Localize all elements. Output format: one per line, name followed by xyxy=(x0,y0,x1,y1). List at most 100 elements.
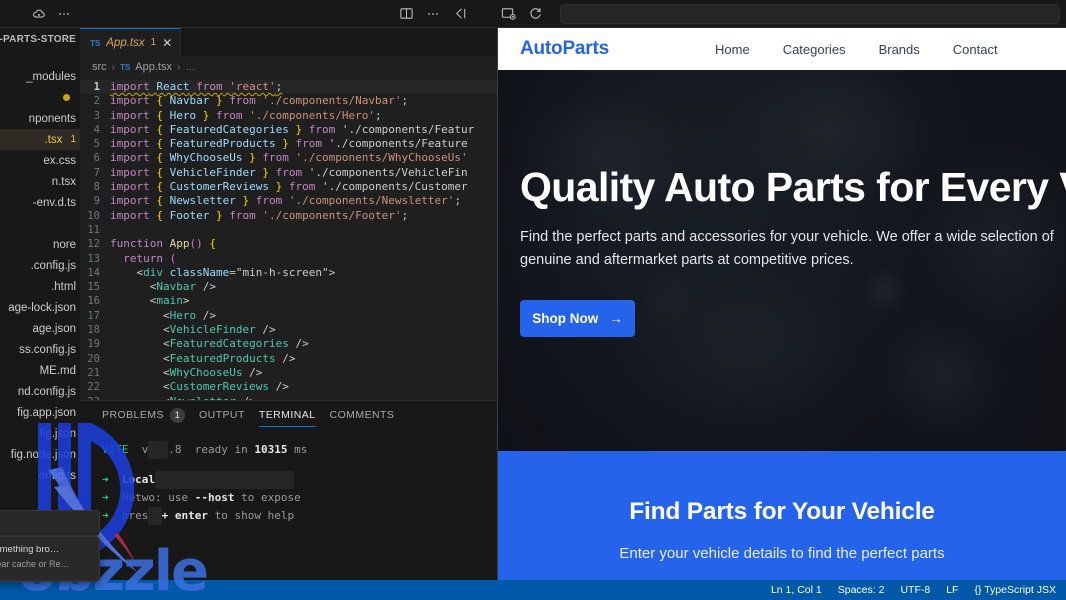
tree-item-badge: 1 xyxy=(70,134,76,145)
network-label: Netwo xyxy=(121,491,155,504)
refresh-icon[interactable] xyxy=(527,6,543,22)
line-number: 10 xyxy=(87,209,100,222)
arrow-right-icon: → xyxy=(609,310,623,326)
tree-item-dirty-indicator xyxy=(0,87,80,108)
ready-label: ready in xyxy=(194,443,248,456)
tab-comments[interactable]: COMMENTS xyxy=(330,401,395,427)
site-logo[interactable]: AutoParts xyxy=(520,38,609,60)
tab-app-tsx[interactable]: TS App.tsx 1 ✕ xyxy=(80,28,182,56)
finder-subtitle: Enter your vehicle details to find the p… xyxy=(619,545,945,562)
toggle-panel-icon[interactable] xyxy=(452,6,468,22)
status-cursor-position[interactable]: Ln 1, Col 1 xyxy=(771,584,822,596)
dirty-dot-icon xyxy=(63,94,70,101)
arrow-icon: ➜ xyxy=(102,473,109,486)
tree-item-tailwind-config[interactable]: nd.config.js xyxy=(0,381,80,402)
vite-label: VITE xyxy=(102,443,129,456)
breadcrumb-tail[interactable]: … xyxy=(185,62,195,73)
address-bar[interactable] xyxy=(560,3,1060,24)
tree-item-gitignore[interactable]: nore xyxy=(0,234,80,255)
line-number: 2 xyxy=(93,95,100,108)
tree-item-tsconfig-app-json[interactable]: fig.app.json xyxy=(0,402,80,423)
local-label: Local xyxy=(121,473,155,486)
tab-terminal[interactable]: TERMINAL xyxy=(259,401,316,427)
tree-item-main-tsx[interactable]: n.tsx xyxy=(0,171,80,192)
nav-link-brands[interactable]: Brands xyxy=(879,42,920,57)
titlebar-actions xyxy=(398,3,1066,24)
ellipsis-icon[interactable] xyxy=(425,6,441,22)
nav-link-contact[interactable]: Contact xyxy=(953,42,998,57)
ready-ms: 10315 xyxy=(254,443,288,456)
tab-output[interactable]: OUTPUT xyxy=(199,401,245,427)
tab-label: App.tsx xyxy=(106,36,145,49)
help-prefix: pres xyxy=(121,509,149,522)
line-number: 9 xyxy=(93,195,100,208)
tree-item-tsconfig-node-json[interactable]: fig.node.json xyxy=(0,444,80,465)
cloud-sync-icon[interactable] xyxy=(31,6,47,22)
more-actions-icon[interactable] xyxy=(56,6,72,22)
line-number: 7 xyxy=(93,166,100,179)
tree-item-vite-env-dts[interactable]: -env.d.ts xyxy=(0,192,80,213)
vite-version-prefix: v xyxy=(141,443,149,456)
tree-item-postcss-config[interactable]: ss.config.js xyxy=(0,339,80,360)
explorer-sidebar: ARE-PARTS-STORE _modules nponents .tsx 1 xyxy=(0,28,80,580)
tree-item-readme-md[interactable]: ME.md xyxy=(0,360,80,381)
line-number: 3 xyxy=(93,109,100,122)
site-nav-links: Home Categories Brands Contact xyxy=(715,42,998,57)
arrow-icon: ➜ xyxy=(102,509,109,522)
tree-item-tsconfig-json[interactable]: fig.json xyxy=(0,423,80,444)
typescript-file-icon: TS xyxy=(120,62,131,72)
status-eol[interactable]: LF xyxy=(946,584,958,596)
tree-item-app-tsx[interactable]: .tsx 1 xyxy=(0,129,80,150)
sidebar-header-actions xyxy=(0,6,80,22)
line-number: 13 xyxy=(87,252,100,265)
breadcrumb-root[interactable]: src xyxy=(92,61,107,73)
split-editor-icon[interactable] xyxy=(398,6,414,22)
title-bar xyxy=(0,0,1066,28)
help-tail: to show help xyxy=(214,509,295,522)
breadcrumb-separator: › xyxy=(176,61,181,73)
nav-link-home[interactable]: Home xyxy=(715,42,750,57)
browser-preview-pane: AutoParts Home Categories Brands Contact… xyxy=(497,28,1066,580)
line-number: 16 xyxy=(87,295,100,308)
tab-problems[interactable]: PROBLEMS 1 xyxy=(102,401,185,427)
status-encoding[interactable]: UTF-8 xyxy=(900,584,930,596)
line-number: 23 xyxy=(80,395,110,400)
line-number: 4 xyxy=(93,123,100,136)
status-indentation[interactable]: Spaces: 2 xyxy=(838,584,885,596)
tree-item-package-lock-json[interactable]: age-lock.json xyxy=(0,297,80,318)
line-number: 6 xyxy=(93,152,100,165)
shop-now-button[interactable]: Shop Now → xyxy=(520,299,635,337)
network-tail: to expose xyxy=(241,491,301,504)
problems-badge: 1 xyxy=(169,407,185,423)
ready-unit: ms xyxy=(294,443,308,456)
breadcrumb-separator: › xyxy=(111,61,116,73)
tree-item-index-css[interactable]: ex.css xyxy=(0,150,80,171)
screenshot-root: ARE-PARTS-STORE _modules nponents .tsx 1 xyxy=(0,0,1066,600)
line-number: 1 xyxy=(93,81,100,93)
shop-now-label: Shop Now xyxy=(532,310,599,326)
typescript-file-icon: TS xyxy=(90,37,101,48)
tree-item-node-modules[interactable]: _modules xyxy=(0,66,80,87)
tree-item-package-json[interactable]: age.json xyxy=(0,318,80,339)
tree-item-index-html[interactable]: .html xyxy=(0,276,80,297)
tab-comments-label: COMMENTS xyxy=(329,409,395,421)
tree-item-eslint-config[interactable]: .config.js xyxy=(0,255,80,276)
explorer-title: ARE-PARTS-STORE xyxy=(0,33,76,45)
file-tree: _modules nponents .tsx 1 ex.css n.tsx -e… xyxy=(0,50,80,580)
breadcrumb-file[interactable]: App.tsx xyxy=(135,61,172,73)
tree-item-components[interactable]: nponents xyxy=(0,108,80,129)
browser-preview-icon[interactable] xyxy=(500,6,516,22)
line-number: 8 xyxy=(93,181,100,194)
line-number: 5 xyxy=(93,138,100,151)
line-number: 17 xyxy=(87,309,100,322)
status-language-mode[interactable]: {} TypeScript JSX xyxy=(974,584,1056,596)
nav-link-categories[interactable]: Categories xyxy=(783,42,846,57)
status-bar: Ln 1, Col 1 Spaces: 2 UTF-8 LF {} TypeSc… xyxy=(0,580,1066,600)
line-number: 22 xyxy=(87,381,100,394)
arrow-icon: ➜ xyxy=(102,491,109,504)
close-icon[interactable]: ✕ xyxy=(162,37,172,49)
hero-section: Quality Auto Parts for Every Veh Find th… xyxy=(498,70,1066,451)
tree-item-vite-config-ts[interactable]: onfig.ts xyxy=(0,465,80,486)
line-number: 19 xyxy=(87,338,100,351)
